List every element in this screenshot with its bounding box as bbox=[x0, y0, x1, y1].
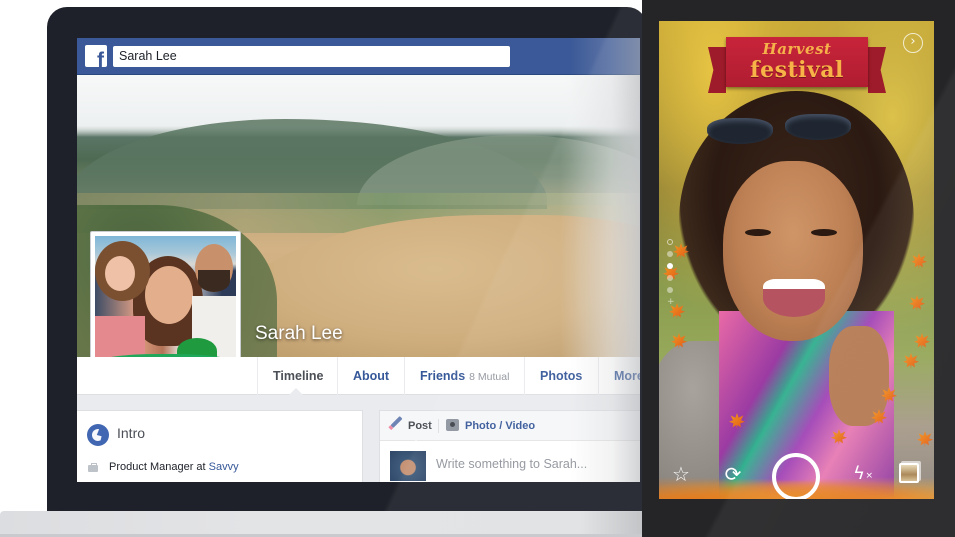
facebook-profile-page: f Sarah Lee Sarah Lee save o bbox=[77, 38, 640, 482]
marketing-scene: f Sarah Lee Sarah Lee save o bbox=[0, 0, 955, 537]
maple-leaf-icon bbox=[909, 295, 925, 311]
effects-star-icon[interactable]: ☆ bbox=[669, 462, 693, 486]
tab-label: Timeline bbox=[273, 369, 324, 383]
maple-leaf-icon bbox=[914, 333, 930, 349]
cover-fade bbox=[560, 75, 640, 357]
flash-off-mark: × bbox=[865, 471, 873, 481]
filter-dot[interactable] bbox=[667, 251, 673, 257]
composer-tab-post[interactable]: Post bbox=[408, 420, 432, 432]
tab-more[interactable]: More bbox=[598, 357, 640, 395]
tab-label: More bbox=[614, 369, 640, 383]
filter-dot[interactable] bbox=[667, 275, 673, 281]
profile-nav-tabs: Timeline About Friends 8 Mutual Photos Mo… bbox=[77, 357, 640, 395]
filter-dot[interactable] bbox=[667, 287, 673, 293]
facebook-logo-icon[interactable]: f bbox=[85, 45, 107, 67]
frame-title-line1: Harvest bbox=[762, 40, 832, 58]
tab-friends[interactable]: Friends 8 Mutual bbox=[404, 357, 524, 395]
flash-off-icon[interactable]: ϟ × bbox=[847, 462, 873, 486]
filter-dot[interactable] bbox=[667, 239, 673, 245]
composer-tabs: Post Photo / Video bbox=[380, 411, 640, 441]
flip-camera-icon[interactable]: ⟳ bbox=[721, 462, 745, 486]
top-bar: f Sarah Lee bbox=[77, 38, 640, 75]
camera-icon bbox=[446, 419, 459, 431]
tab-photos[interactable]: Photos bbox=[524, 357, 597, 395]
tab-label: Friends bbox=[420, 369, 466, 383]
composer-divider bbox=[438, 419, 439, 433]
work-company-link[interactable]: Savvy bbox=[209, 461, 239, 473]
laptop-base bbox=[0, 511, 645, 537]
frame-title-line2: festival bbox=[750, 57, 844, 83]
photo-beard bbox=[198, 270, 230, 292]
pencil-icon bbox=[390, 415, 403, 429]
maple-leaf-icon bbox=[903, 353, 919, 369]
mouth bbox=[763, 279, 825, 317]
intro-work-item: Product Manager at Savvy bbox=[109, 461, 239, 473]
profile-name[interactable]: Sarah Lee bbox=[255, 323, 343, 345]
frame-selector-dots[interactable]: + bbox=[667, 239, 675, 307]
camera-controls: ☆ ⟳ ϟ × bbox=[659, 453, 934, 499]
composer-input[interactable]: Write something to Sarah... bbox=[436, 457, 587, 471]
next-chevron-icon[interactable]: › bbox=[903, 33, 923, 53]
eye bbox=[811, 229, 837, 236]
harvest-festival-frame: Harvest festival bbox=[708, 37, 886, 93]
gallery-icon[interactable] bbox=[899, 463, 919, 483]
sunglasses-lens bbox=[707, 118, 773, 144]
banner-tail bbox=[708, 47, 726, 93]
maple-leaf-icon bbox=[911, 253, 927, 269]
search-input[interactable]: Sarah Lee bbox=[113, 46, 510, 67]
work-title: Product Manager at bbox=[109, 461, 209, 473]
intro-title: Intro bbox=[117, 425, 146, 441]
camera-subject-hand bbox=[829, 326, 889, 426]
active-tab-caret bbox=[289, 388, 303, 395]
sunglasses bbox=[707, 114, 857, 148]
tab-about[interactable]: About bbox=[337, 357, 404, 395]
tab-label: Photos bbox=[540, 369, 583, 383]
camera-subject-face bbox=[723, 161, 863, 341]
composer-caret bbox=[410, 440, 422, 446]
photo-face-child bbox=[105, 256, 135, 291]
tab-label: About bbox=[353, 369, 390, 383]
globe-icon bbox=[87, 424, 109, 446]
maple-leaf-icon bbox=[917, 431, 933, 447]
filter-dot-active[interactable] bbox=[667, 263, 673, 269]
profile-photo: save our park bbox=[95, 236, 236, 376]
add-frame-icon[interactable]: + bbox=[667, 298, 675, 307]
composer-tab-photo-video[interactable]: Photo / Video bbox=[465, 420, 535, 432]
shutter-button[interactable] bbox=[772, 453, 820, 499]
banner-ribbon: Harvest festival bbox=[726, 37, 868, 87]
eye bbox=[745, 229, 771, 236]
mutual-friends-count: 8 Mutual bbox=[469, 371, 510, 383]
flash-glyph: ϟ bbox=[853, 463, 865, 484]
briefcase-icon bbox=[88, 463, 98, 472]
post-composer: Post Photo / Video Write something to Sa… bbox=[379, 410, 640, 482]
camera-screen: Harvest festival › + ☆ ⟳ ϟ × bbox=[659, 21, 934, 499]
avatar bbox=[390, 451, 426, 481]
banner-tail bbox=[868, 47, 886, 93]
sunglasses-lens bbox=[785, 114, 851, 140]
intro-card: Intro Product Manager at Savvy bbox=[77, 410, 363, 482]
facebook-logo-glyph: f bbox=[97, 49, 104, 67]
photo-face-woman bbox=[145, 266, 193, 324]
